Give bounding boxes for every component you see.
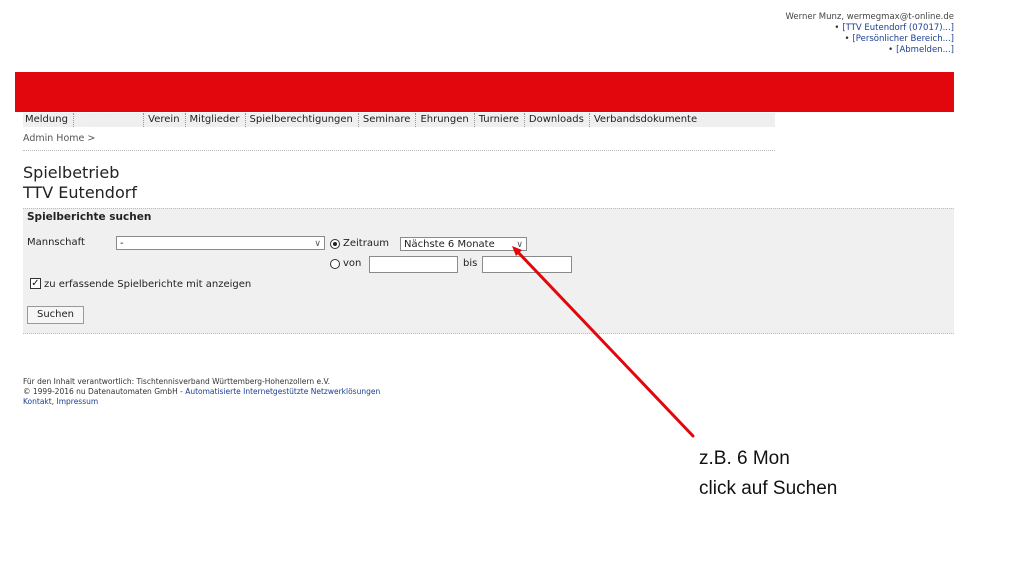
arrow-line xyxy=(513,247,695,438)
annotation-line2: click auf Suchen xyxy=(699,478,838,499)
annotation-arrow xyxy=(512,246,695,438)
annotation-text: z.B. 6 Mon click auf Suchen xyxy=(699,444,837,504)
annotation-line1: z.B. 6 Mon xyxy=(699,448,790,469)
